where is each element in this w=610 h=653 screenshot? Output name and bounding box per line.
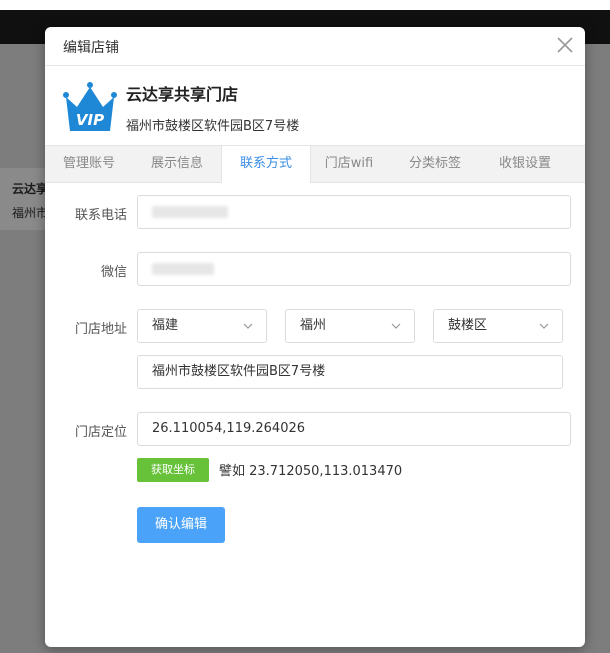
coordinates-hint: 譬如 23.712050,113.013470: [219, 464, 403, 479]
confirm-edit-button[interactable]: 确认编辑: [137, 507, 225, 543]
modal-title: 编辑店铺: [63, 40, 119, 56]
address-detail-input[interactable]: 福州市鼓楼区软件园B区7号楼: [137, 355, 563, 389]
tab-wifi[interactable]: 门店wifi: [309, 146, 389, 182]
district-value: 鼓楼区: [448, 318, 488, 333]
chevron-down-icon: [391, 323, 401, 329]
wechat-input[interactable]: [137, 252, 571, 286]
modal-header: 编辑店铺: [45, 27, 585, 66]
province-select[interactable]: 福建: [137, 309, 267, 343]
page-top-strip: [0, 0, 610, 10]
address-label: 门店地址: [74, 322, 127, 337]
edit-store-modal: 编辑店铺 VIP 云达享共享门店 福州市鼓楼区软件园B区7号楼 管理账号 展示信…: [45, 27, 585, 647]
district-select[interactable]: 鼓楼区: [433, 309, 563, 343]
chevron-down-icon: [539, 323, 549, 329]
tab-display[interactable]: 展示信息: [133, 146, 221, 182]
tab-account[interactable]: 管理账号: [45, 146, 133, 182]
store-card: 云达享 福州市: [0, 168, 49, 230]
tab-tags[interactable]: 分类标签: [389, 146, 481, 182]
store-name: 云达享共享门店: [126, 85, 239, 104]
chevron-down-icon: [243, 323, 253, 329]
city-select[interactable]: 福州: [285, 309, 415, 343]
location-value: 26.110054,119.264026: [152, 421, 306, 436]
province-value: 福建: [152, 318, 179, 333]
store-card-name: 云达享: [12, 182, 49, 196]
close-icon[interactable]: [553, 33, 577, 57]
address-detail-value: 福州市鼓楼区软件园B区7号楼: [152, 364, 326, 379]
phone-label: 联系电话: [74, 208, 127, 223]
store-card-address: 福州市: [12, 206, 49, 220]
get-coordinates-button[interactable]: 获取坐标: [137, 458, 209, 482]
location-label: 门店定位: [74, 425, 127, 440]
store-info: VIP 云达享共享门店 福州市鼓楼区软件园B区7号楼: [45, 66, 585, 146]
tab-cashier[interactable]: 收银设置: [481, 146, 569, 182]
svg-text:VIP: VIP: [76, 111, 104, 129]
tab-bar: 管理账号 展示信息 联系方式 门店wifi 分类标签 收银设置: [45, 145, 585, 183]
store-address: 福州市鼓楼区软件园B区7号楼: [126, 119, 300, 134]
store-logo: VIP: [63, 79, 117, 133]
wechat-label: 微信: [100, 265, 127, 280]
tab-contact[interactable]: 联系方式: [221, 146, 311, 183]
phone-input[interactable]: [137, 195, 571, 229]
location-input[interactable]: 26.110054,119.264026: [137, 412, 571, 446]
city-value: 福州: [300, 318, 327, 333]
